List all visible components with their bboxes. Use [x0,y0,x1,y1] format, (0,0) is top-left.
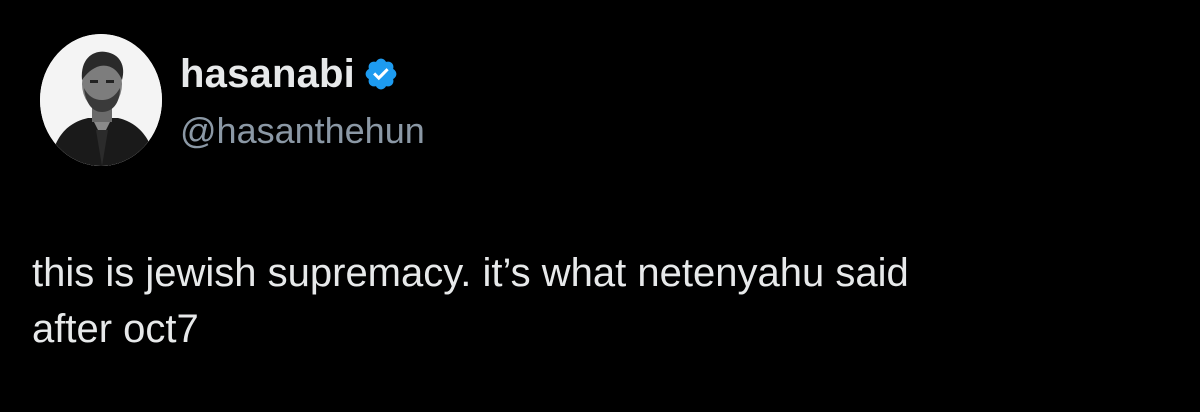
avatar-photo [40,34,162,166]
display-name[interactable]: hasanabi [180,52,355,97]
tweet-card: hasanabi @hasanthehun this is jewish sup… [0,0,1200,412]
tweet-text: this is jewish supremacy. it’s what nete… [32,251,909,351]
avatar[interactable] [40,34,162,166]
verified-badge-icon [363,56,399,92]
author-name-row: hasanabi [180,52,399,96]
author-handle[interactable]: @hasanthehun [180,110,425,152]
